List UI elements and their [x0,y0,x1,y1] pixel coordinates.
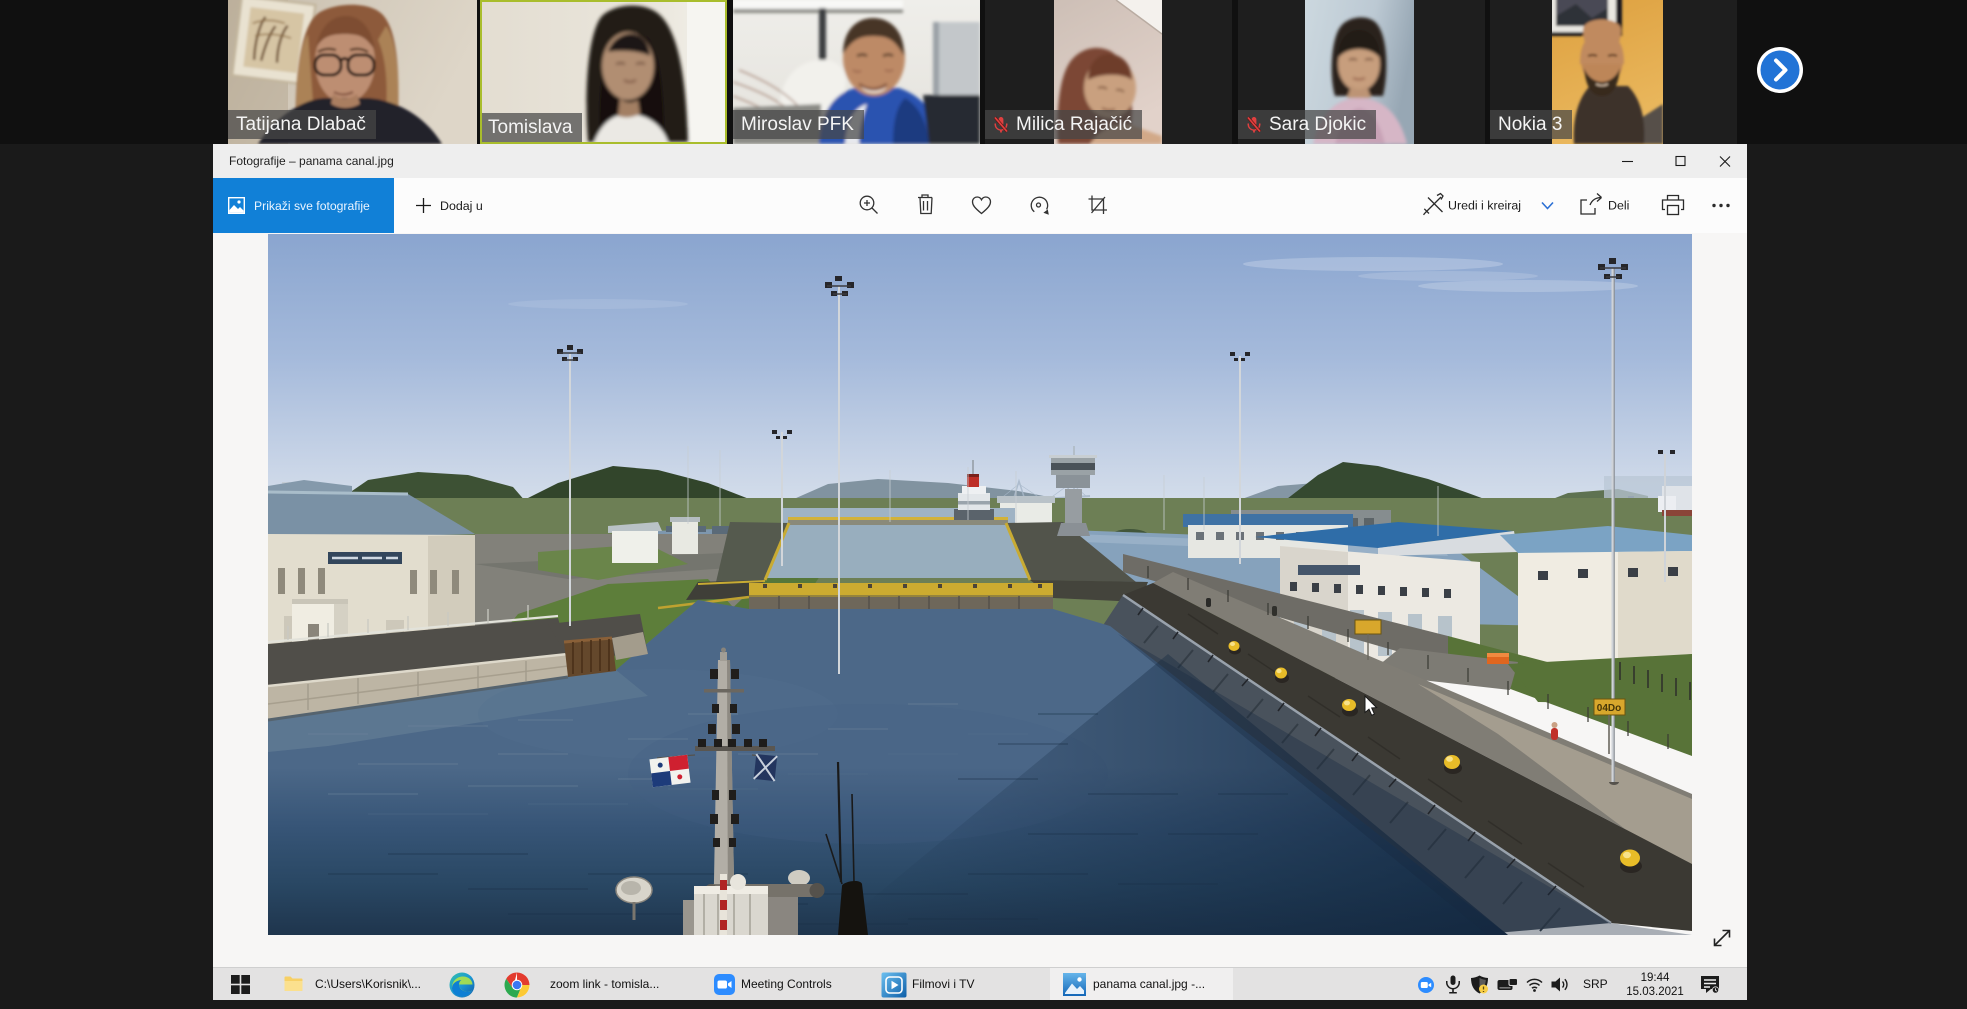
svg-text:Uredi i kreiraj: Uredi i kreiraj [1448,199,1521,213]
svg-text:04Do: 04Do [1597,703,1621,714]
svg-text:Deli: Deli [1608,199,1629,213]
